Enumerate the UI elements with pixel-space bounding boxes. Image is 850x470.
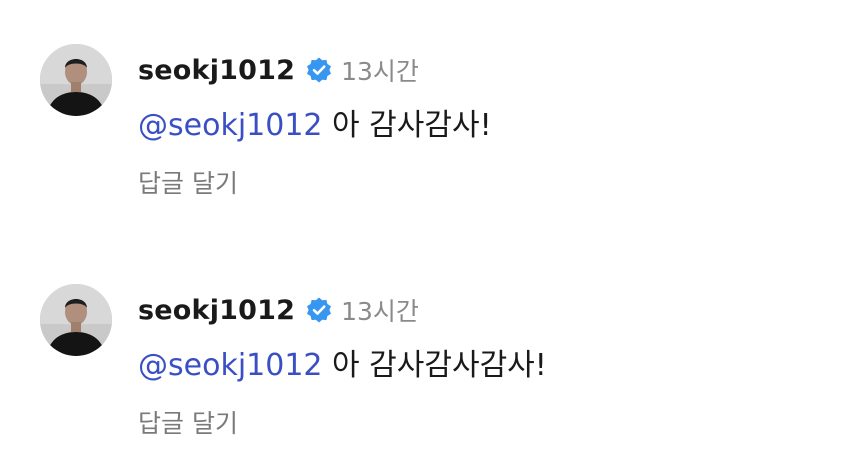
comment-text: @seokj1012 아 감사감사! [138,100,492,144]
mention-link[interactable]: @seokj1012 [138,348,323,383]
avatar[interactable] [40,284,112,356]
username-link[interactable]: seokj1012 [138,55,295,86]
timestamp[interactable]: 13시간 [341,52,419,88]
verified-badge-icon [305,56,333,84]
verified-badge-icon [305,296,333,324]
timestamp[interactable]: 13시간 [341,292,419,328]
comment-header: seokj1012 13시간 [138,50,419,90]
comment-message: 아 감사감사! [332,108,492,143]
avatar-image [40,284,112,356]
username-link[interactable]: seokj1012 [138,295,295,326]
comment-header: seokj1012 13시간 [138,290,419,330]
comment-text: @seokj1012 아 감사감사감사! [138,340,547,384]
reply-button[interactable]: 답글 달기 [138,404,238,440]
mention-link[interactable]: @seokj1012 [138,108,323,143]
comment-item: seokj1012 13시간 @seokj1012 아 감사감사감사! 답글 달… [0,240,850,470]
comment-message: 아 감사감사감사! [332,348,547,383]
avatar[interactable] [40,44,112,116]
comment-item: seokj1012 13시간 @seokj1012 아 감사감사! 답글 달기 [0,0,850,230]
avatar-image [40,44,112,116]
reply-button[interactable]: 답글 달기 [138,164,238,200]
